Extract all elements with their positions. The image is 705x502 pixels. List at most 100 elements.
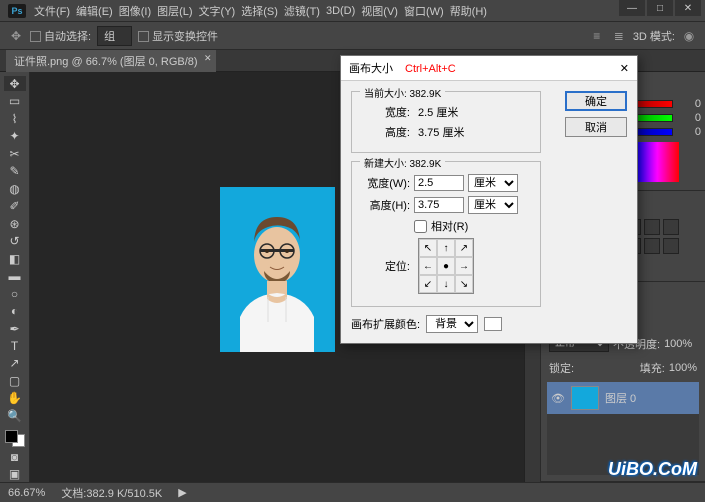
anchor-w[interactable]: ← (419, 257, 437, 275)
maximize-button[interactable]: □ (647, 0, 673, 16)
dialog-titlebar[interactable]: 画布大小Ctrl+Alt+C ✕ (341, 56, 637, 81)
ok-button[interactable]: 确定 (565, 91, 627, 111)
adj-threshold[interactable] (663, 238, 679, 254)
opacity-value[interactable]: 100% (664, 338, 692, 350)
zoom-tool[interactable]: 🔍 (4, 408, 26, 423)
menu-view[interactable]: 视图(V) (361, 3, 398, 19)
options-bar: ✥ 自动选择: 组 显示变换控件 ≡ ≣ 3D 模式: ◉ (0, 22, 705, 50)
new-legend: 新建大小: 382.9K (360, 155, 445, 170)
history-tool[interactable]: ↺ (4, 233, 26, 248)
g-value[interactable]: 0 (677, 112, 701, 124)
foreground-color[interactable] (5, 430, 18, 443)
relative-label: 相对(R) (431, 218, 468, 234)
cancel-button[interactable]: 取消 (565, 117, 627, 137)
new-size-group: 新建大小: 382.9K 宽度(W):厘米 高度(H):厘米 相对(R) 定位:… (351, 161, 541, 307)
anchor-nw[interactable]: ↖ (419, 239, 437, 257)
anchor-n[interactable]: ↑ (437, 239, 455, 257)
cur-height-label: 高度: (360, 124, 410, 140)
fill-label: 填充: (640, 360, 665, 376)
cur-width-value: 2.5 厘米 (418, 104, 458, 120)
menu-help[interactable]: 帮助(H) (450, 3, 487, 19)
visibility-icon[interactable]: 👁 (551, 391, 565, 405)
relative-checkbox[interactable] (414, 220, 427, 233)
ext-color-label: 画布扩展颜色: (351, 316, 420, 332)
stamp-tool[interactable]: ⊛ (4, 216, 26, 231)
eyedropper-tool[interactable]: ✎ (4, 163, 26, 178)
menu-select[interactable]: 选择(S) (241, 3, 278, 19)
anchor-grid: ↖↑↗ ←●→ ↙↓↘ (418, 238, 474, 294)
close-button[interactable]: ✕ (675, 0, 701, 16)
menu-type[interactable]: 文字(Y) (199, 3, 236, 19)
tool-panel: ✥ ▭ ⌇ ✦ ✂ ✎ ◍ ✐ ⊛ ↺ ◧ ▬ ○ ◐ ✒ T ↗ ▢ ✋ 🔍 … (0, 72, 30, 482)
anchor-e[interactable]: → (455, 257, 473, 275)
dodge-tool[interactable]: ◐ (4, 303, 26, 318)
align-icon[interactable]: ≡ (589, 28, 605, 44)
new-width-input[interactable] (414, 175, 464, 191)
autoselect-checkbox[interactable] (30, 31, 41, 42)
layer-row[interactable]: 👁 图层 0 (547, 382, 699, 414)
shape-tool[interactable]: ▢ (4, 373, 26, 388)
doc-size: 文档:382.9 K/510.5K (61, 485, 162, 501)
document-tab[interactable]: 证件照.png @ 66.7% (图层 0, RGB/8) ✕ (6, 50, 216, 72)
r-value[interactable]: 0 (677, 98, 701, 110)
minimize-button[interactable]: — (619, 0, 645, 16)
b-value[interactable]: 0 (677, 126, 701, 138)
status-arrow-icon[interactable]: ▶ (178, 486, 186, 499)
hand-tool[interactable]: ✋ (4, 391, 26, 406)
canvas-size-dialog: 画布大小Ctrl+Alt+C ✕ 确定 取消 当前大小: 382.9K 宽度:2… (340, 55, 638, 344)
menu-file[interactable]: 文件(F) (34, 3, 70, 19)
menu-image[interactable]: 图像(I) (119, 3, 151, 19)
menu-bar: Ps 文件(F) 编辑(E) 图像(I) 图层(L) 文字(Y) 选择(S) 滤… (0, 0, 705, 22)
type-tool[interactable]: T (4, 338, 26, 353)
ext-color-select[interactable]: 背景 (426, 315, 478, 333)
blur-tool[interactable]: ○ (4, 286, 26, 301)
layer-name[interactable]: 图层 0 (605, 390, 636, 406)
app-logo: Ps (8, 4, 26, 18)
screenmode-tool[interactable]: ▣ (4, 466, 26, 481)
fill-value[interactable]: 100% (669, 362, 697, 374)
anchor-s[interactable]: ↓ (437, 275, 455, 293)
adj-poster[interactable] (644, 238, 660, 254)
move-tool[interactable]: ✥ (4, 76, 26, 91)
path-tool[interactable]: ↗ (4, 356, 26, 371)
zoom-level[interactable]: 66.67% (8, 487, 45, 499)
tab-title: 证件照.png @ 66.7% (图层 0, RGB/8) (14, 56, 198, 68)
anchor-label: 定位: (360, 258, 410, 274)
width-unit-select[interactable]: 厘米 (468, 174, 518, 192)
lasso-tool[interactable]: ⌇ (4, 111, 26, 126)
height-unit-select[interactable]: 厘米 (468, 196, 518, 214)
ext-color-swatch[interactable] (484, 317, 502, 331)
anchor-ne[interactable]: ↗ (455, 239, 473, 257)
lock-label: 锁定: (549, 360, 574, 376)
showtransform-checkbox[interactable] (138, 31, 149, 42)
3d-icon[interactable]: ◉ (681, 28, 697, 44)
marquee-tool[interactable]: ▭ (4, 93, 26, 108)
heal-tool[interactable]: ◍ (4, 181, 26, 196)
menu-window[interactable]: 窗口(W) (404, 3, 444, 19)
dialog-close-icon[interactable]: ✕ (620, 62, 629, 75)
quickmask-tool[interactable]: ◙ (4, 449, 26, 464)
wand-tool[interactable]: ✦ (4, 128, 26, 143)
anchor-c[interactable]: ● (437, 257, 455, 275)
anchor-sw[interactable]: ↙ (419, 275, 437, 293)
gradient-tool[interactable]: ▬ (4, 268, 26, 283)
menu-filter[interactable]: 滤镜(T) (284, 3, 320, 19)
align-icon2[interactable]: ≣ (611, 28, 627, 44)
eraser-tool[interactable]: ◧ (4, 251, 26, 266)
pen-tool[interactable]: ✒ (4, 321, 26, 336)
color-swatch[interactable] (5, 430, 25, 447)
new-height-input[interactable] (414, 197, 464, 213)
menu-edit[interactable]: 编辑(E) (76, 3, 113, 19)
adj-hue[interactable] (644, 219, 660, 235)
autoselect-dropdown[interactable]: 组 (97, 26, 132, 46)
tab-close-icon[interactable]: ✕ (204, 53, 212, 64)
current-size-group: 当前大小: 382.9K 宽度:2.5 厘米 高度:3.75 厘米 (351, 91, 541, 153)
menu-layer[interactable]: 图层(L) (157, 3, 192, 19)
anchor-se[interactable]: ↘ (455, 275, 473, 293)
menu-3d[interactable]: 3D(D) (326, 5, 355, 17)
brush-tool[interactable]: ✐ (4, 198, 26, 213)
layer-thumbnail[interactable] (571, 386, 599, 410)
adj-balance[interactable] (663, 219, 679, 235)
crop-tool[interactable]: ✂ (4, 146, 26, 161)
current-legend: 当前大小: 382.9K (360, 85, 445, 100)
